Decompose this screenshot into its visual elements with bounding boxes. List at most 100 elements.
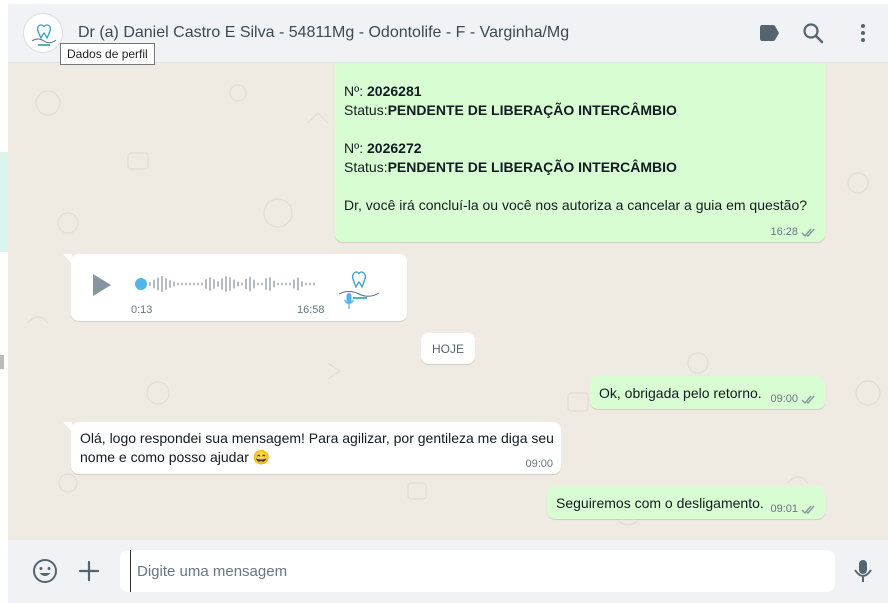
message-text: Dr, você irá concluí-la ou você nos auto… — [344, 197, 808, 213]
message-line: Status:PENDENTE DE LIBERAÇÃO INTERCÂMBIO — [344, 101, 815, 120]
whatsapp-window: Dr (a) Daniel Castro E Silva - 54811Mg -… — [0, 0, 888, 603]
waveform-bar — [269, 277, 271, 291]
emoji-icon[interactable] — [32, 558, 58, 584]
double-check-icon — [801, 505, 815, 514]
label-icon[interactable] — [757, 21, 781, 45]
waveform-bar — [249, 276, 251, 292]
waveform-bar — [297, 277, 299, 291]
contact-name[interactable]: Dr (a) Daniel Castro E Silva - 54811Mg -… — [78, 24, 569, 42]
waveform-bar — [261, 282, 263, 286]
tooth-logo-icon — [338, 271, 380, 299]
attach-plus-icon[interactable] — [76, 558, 102, 584]
message-input-box[interactable] — [120, 550, 835, 592]
waveform-bar — [281, 282, 283, 286]
message-text: nome e como posso ajudar — [80, 449, 249, 465]
waveform-bar — [193, 282, 195, 286]
message-line: Nº: 2026281 — [344, 82, 815, 101]
waveform-bar — [177, 282, 179, 286]
waveform-bar — [237, 281, 239, 287]
waveform-bar — [153, 279, 155, 289]
waveform-bar — [257, 282, 259, 286]
sender-avatar — [333, 264, 385, 309]
waveform-bar — [165, 278, 167, 290]
message-meta: 09:00 — [770, 393, 817, 405]
waveform-bar — [277, 282, 279, 286]
waveform-bar — [209, 277, 211, 291]
audio-scrubber[interactable] — [135, 278, 147, 290]
double-check-icon — [801, 395, 815, 404]
outgoing-message-status[interactable]: Nº: 2026281 Status:PENDENTE DE LIBERAÇÃO… — [335, 63, 825, 242]
waveform-bar — [241, 282, 243, 286]
outgoing-message[interactable]: Ok, obrigada pelo retorno. 09:00 — [590, 376, 825, 409]
waveform-bar — [173, 281, 175, 287]
guide-status: PENDENTE DE LIBERAÇÃO INTERCÂMBIO — [387, 102, 677, 118]
message-text: Olá, logo respondei sua mensagem! Para a… — [80, 430, 554, 446]
guide-number: 2026281 — [367, 83, 422, 99]
tooth-logo-icon — [31, 24, 57, 46]
message-time: 16:28 — [770, 226, 798, 238]
message-time: 09:00 — [770, 393, 798, 405]
waveform-bar — [245, 278, 247, 290]
waveform-bar — [313, 282, 315, 286]
waveform-bar — [185, 282, 187, 286]
microphone-icon[interactable] — [850, 558, 876, 584]
waveform-bar — [285, 282, 287, 286]
label-text: Nº: — [344, 83, 368, 99]
waveform-bar — [197, 282, 199, 286]
contact-avatar[interactable] — [23, 13, 63, 53]
scroll-marker — [0, 355, 4, 369]
incoming-message[interactable]: Olá, logo respondei sua mensagem! Para a… — [63, 422, 561, 474]
waveform-bar — [221, 278, 223, 290]
incoming-voice-message[interactable]: 0:13 16:58 — [63, 254, 407, 321]
message-time: 09:00 — [525, 458, 553, 470]
search-icon[interactable] — [801, 21, 825, 45]
double-check-icon — [801, 228, 815, 237]
waveform-bar — [161, 276, 163, 292]
label-text: Status: — [344, 102, 388, 118]
waveform-bar — [301, 281, 303, 287]
waveform-bar — [189, 282, 191, 286]
waveform-bar — [273, 280, 275, 288]
message-pane[interactable]: Nº: 2026281 Status:PENDENTE DE LIBERAÇÃO… — [8, 63, 888, 540]
composer-bar — [8, 540, 888, 603]
outgoing-message[interactable]: Seguiremos com o desligamento. 09:01 — [547, 486, 825, 519]
waveform-bar — [181, 282, 183, 286]
message-text-line2: nome e como posso ajudar 😄 — [80, 448, 561, 467]
message-line: Status:PENDENTE DE LIBERAÇÃO INTERCÂMBIO — [344, 158, 815, 177]
play-icon[interactable] — [91, 272, 113, 298]
waveform-bar — [289, 282, 291, 286]
waveform-bar — [213, 279, 215, 289]
label-text: Status: — [344, 159, 388, 175]
selected-chat-highlight — [0, 152, 8, 252]
waveform-bar — [157, 277, 159, 291]
audio-waveform[interactable] — [149, 272, 319, 296]
guide-number: 2026272 — [367, 140, 422, 156]
message-meta: 09:00 — [525, 458, 553, 470]
waveform-bar — [293, 279, 295, 289]
waveform-bar — [253, 279, 255, 289]
waveform-bar — [169, 280, 171, 288]
message-meta: 09:01 — [770, 503, 817, 515]
waveform-bar — [305, 282, 307, 286]
message-input[interactable] — [130, 550, 820, 592]
waveform-bar — [149, 282, 151, 286]
chat-list-edge — [0, 0, 8, 603]
guide-status: PENDENTE DE LIBERAÇÃO INTERCÂMBIO — [387, 159, 677, 175]
waveform-bar — [225, 276, 227, 292]
day-divider: HOJE — [421, 333, 475, 364]
profile-tooltip: Dados de perfil — [60, 43, 155, 65]
bubble-tail — [63, 422, 72, 432]
menu-icon[interactable] — [851, 21, 875, 45]
waveform-bar — [265, 278, 267, 290]
message-meta: 16:28 — [770, 226, 817, 238]
grin-emoji-icon: 😄 — [252, 449, 271, 465]
waveform-bar — [233, 279, 235, 289]
waveform-bar — [201, 282, 203, 286]
label-text: Nº: — [344, 140, 368, 156]
voice-time: 16:58 — [297, 304, 325, 316]
waveform-bar — [229, 277, 231, 291]
waveform-bar — [217, 281, 219, 287]
waveform-bar — [309, 282, 311, 286]
mic-badge-icon — [343, 293, 355, 309]
bubble-tail — [63, 254, 72, 264]
